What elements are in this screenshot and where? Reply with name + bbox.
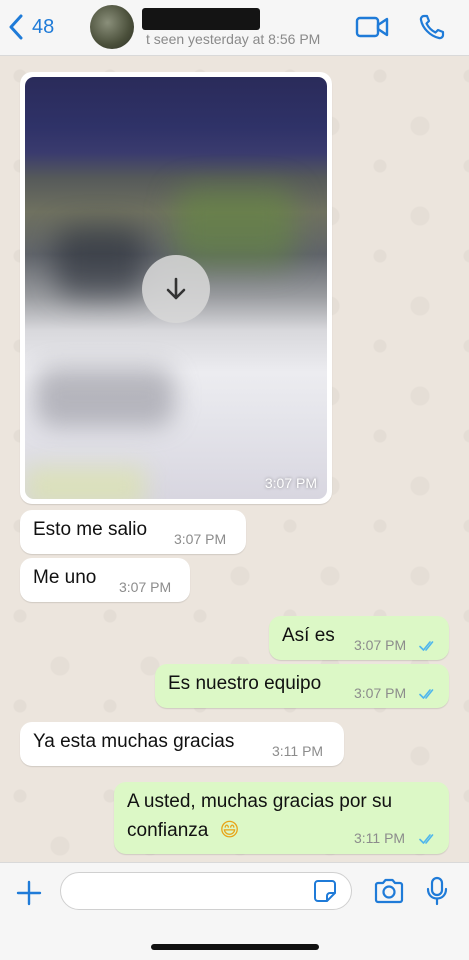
message-bubble[interactable]: Me uno 3:07 PM [20,558,190,602]
message-bubble[interactable]: Es nuestro equipo 3:07 PM [155,664,449,708]
message-text: Ya esta muchas gracias [33,731,235,752]
video-camera-icon[interactable] [355,14,389,40]
plus-icon[interactable] [16,880,42,906]
message-bubble[interactable]: Ya esta muchas gracias 3:11 PM [20,722,344,766]
message-time: 3:07 PM [354,685,407,701]
message-bubble[interactable]: A usted, muchas gracias por su confianza… [114,782,449,854]
message-text: Así es [282,625,335,646]
read-receipt-icon [419,641,434,651]
camera-icon[interactable] [373,878,405,904]
arrow-down-icon [166,277,186,300]
back-button[interactable]: 48 [8,12,54,42]
chat-header: 48 t seen yesterday at 8:56 PM [0,0,469,56]
read-receipt-icon [419,834,434,844]
chat-area[interactable]: 3:07 PM Esto me salio 3:07 PM Me uno 3:0… [0,56,469,862]
contact-name-redacted[interactable] [142,8,260,30]
microphone-icon[interactable] [426,876,448,906]
grinning-face-emoji: 😄 [219,819,240,841]
message-time: 3:07 PM [119,579,172,595]
avatar[interactable] [90,5,134,49]
home-indicator [151,944,319,950]
message-time: 3:07 PM [264,475,317,491]
download-button[interactable] [142,255,210,323]
message-time: 3:11 PM [272,743,324,759]
last-seen-status: t seen yesterday at 8:56 PM [146,31,321,47]
unread-count: 48 [32,15,55,38]
image-message[interactable]: 3:07 PM [20,72,332,504]
message-text: Me uno [33,567,97,588]
message-time: 3:11 PM [354,830,406,846]
read-receipt-icon [419,689,434,699]
message-text: Es nuestro equipo [168,673,322,694]
message-text-line-2: confianza [127,820,209,841]
message-input-bar [0,862,469,960]
message-bubble[interactable]: Esto me salio 3:07 PM [20,510,246,554]
message-time: 3:07 PM [354,637,407,653]
message-input[interactable] [60,872,352,910]
message-text: Esto me salio [33,519,148,540]
sticker-icon[interactable] [313,879,337,903]
chevron-left-icon [9,14,23,40]
blurred-image-preview[interactable]: 3:07 PM [25,77,327,499]
message-text-line-1: A usted, muchas gracias por su [127,791,393,812]
message-time: 3:07 PM [174,531,227,547]
message-bubble[interactable]: Así es 3:07 PM [269,616,449,660]
phone-icon[interactable] [418,13,446,41]
